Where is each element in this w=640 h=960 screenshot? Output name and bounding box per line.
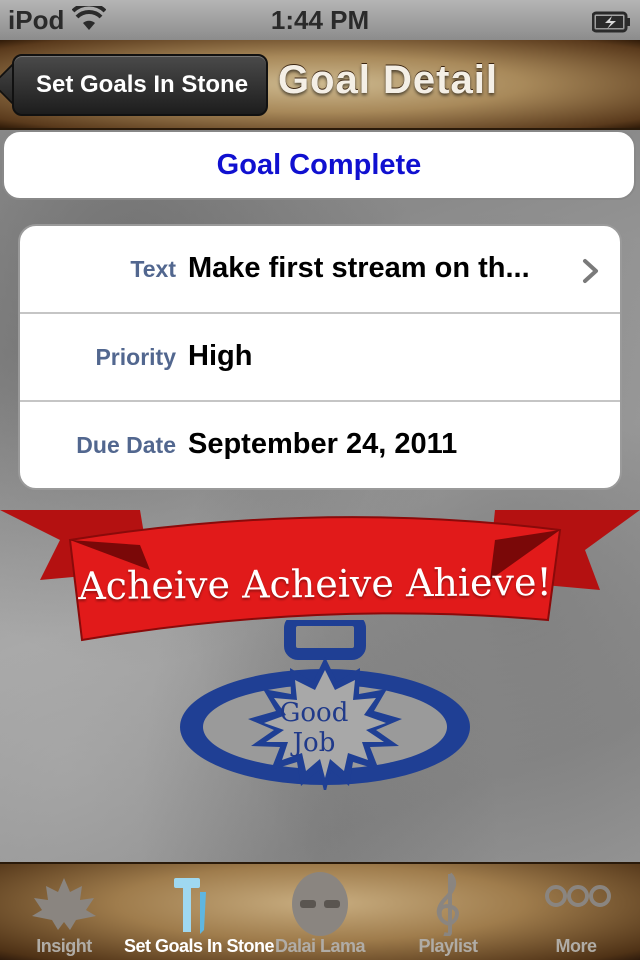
tab-playlist[interactable]: Playlist	[384, 864, 512, 960]
tab-label: More	[555, 936, 597, 956]
tab-label: Dalai Lama	[274, 936, 366, 956]
medal-line1: Good	[279, 698, 349, 728]
hammer-chisel-icon	[174, 878, 206, 934]
tab-set-goals-in-stone[interactable]: Set Goals In Stone	[124, 864, 275, 960]
screen: iPod 1:44 PM Set Goals In Stone Goal Det…	[0, 0, 640, 960]
status-time: 1:44 PM	[270, 5, 370, 35]
chevron-right-icon	[582, 258, 600, 289]
battery-icon	[591, 9, 632, 40]
more-icon	[545, 885, 611, 907]
goal-detail-table: Text Make first stream on th... Priority…	[18, 224, 622, 490]
goal-complete-button[interactable]: Goal Complete	[2, 130, 636, 200]
tab-label: Insight	[36, 936, 92, 956]
detail-row-text[interactable]: Text Make first stream on th...	[20, 226, 620, 314]
navigation-bar: Set Goals In Stone Goal Detail	[0, 40, 640, 130]
status-bar: iPod 1:44 PM	[0, 0, 640, 40]
dalai-lama-icon	[292, 872, 348, 936]
back-button[interactable]: Set Goals In Stone	[12, 54, 269, 116]
row-label: Priority	[95, 344, 176, 370]
row-label: Text	[130, 256, 176, 282]
row-value: September 24, 2011	[188, 428, 458, 460]
tab-label: Playlist	[418, 936, 478, 956]
tab-bar: Insight Set Goals In Stone Dalai Lama Pl…	[0, 862, 640, 960]
leaf-icon	[32, 878, 96, 930]
detail-row-due-date[interactable]: Due Date September 24, 2011	[20, 402, 620, 488]
tab-label: Set Goals In Stone	[124, 936, 275, 956]
row-value: Make first stream on th...	[188, 252, 530, 284]
page-title: Goal Detail	[278, 58, 498, 102]
back-button-wrapper: Set Goals In Stone	[0, 40, 280, 128]
treble-clef-icon	[436, 872, 459, 936]
medal-line2: Job	[292, 728, 336, 758]
tab-dalai-lama[interactable]: Dalai Lama	[256, 864, 384, 960]
row-value: High	[188, 340, 253, 372]
tab-more[interactable]: More	[512, 864, 640, 960]
row-label: Due Date	[76, 432, 176, 458]
tab-insight[interactable]: Insight	[0, 864, 128, 960]
banner-text: Acheive Acheive Ahieve!	[78, 559, 552, 609]
detail-row-priority[interactable]: Priority High	[20, 314, 620, 402]
